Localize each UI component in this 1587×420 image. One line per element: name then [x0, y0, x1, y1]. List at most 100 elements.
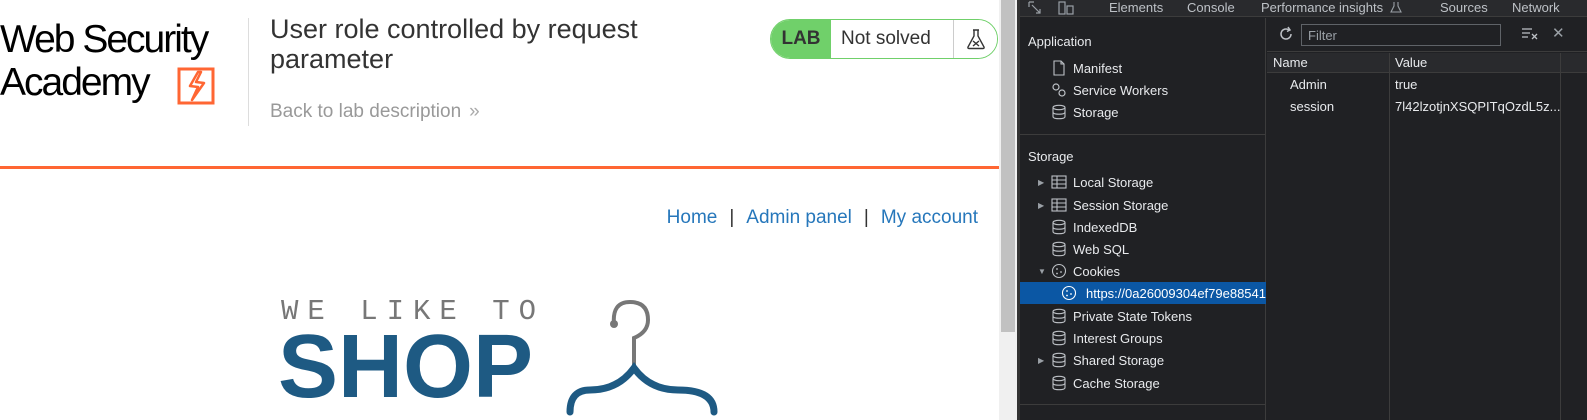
sidebar-item-label: Cache Storage	[1073, 375, 1160, 391]
sidebar-item-label: Service Workers	[1073, 82, 1169, 98]
lab-label: LAB	[771, 20, 831, 58]
table-row[interactable]: session 7l42lzotjnXSQPITqOzdL5z...	[1267, 95, 1587, 117]
cookies-view: ✕ Name Value Admin true session 7l42lzot…	[1267, 18, 1587, 420]
back-to-lab-description-link[interactable]: Back to lab description »	[270, 101, 480, 123]
cookie-icon	[1061, 285, 1077, 301]
cookie-table: Name Value Admin true session 7l42lzotjn…	[1267, 53, 1587, 117]
lab-title: User role controlled by request paramete…	[270, 14, 638, 74]
hanger-icon	[566, 299, 718, 416]
cookie-name-cell[interactable]: session	[1267, 95, 1389, 117]
sidebar-item-web-sql[interactable]: Web SQL	[1020, 238, 1266, 260]
table-icon	[1051, 175, 1067, 189]
sidebar-item-label: Interest Groups	[1073, 330, 1163, 346]
sidebar-item-interest-groups[interactable]: Interest Groups	[1020, 327, 1266, 349]
sidebar-item-label: Storage	[1073, 104, 1119, 120]
sidebar-item-label: Private State Tokens	[1073, 308, 1192, 324]
web-security-academy-logo[interactable]: Web Security Academy	[0, 18, 245, 108]
nav-admin-panel-link[interactable]: Admin panel	[746, 207, 852, 228]
devtools-panel: Elements Console Performance insights So…	[1020, 0, 1587, 420]
lab-page: Web Security Academy User role controlle…	[0, 0, 999, 420]
sidebar-item-local-storage[interactable]: ▶ Local Storage	[1020, 171, 1266, 193]
lab-status-text: Not solved	[831, 20, 953, 58]
sidebar-item-label: Session Storage	[1073, 197, 1169, 213]
sidebar-divider	[1020, 404, 1266, 405]
database-icon	[1052, 375, 1066, 391]
cookie-icon	[1051, 263, 1067, 279]
cookie-value-cell[interactable]: 7l42lzotjnXSQPITqOzdL5z...	[1390, 95, 1560, 117]
sidebar-item-cookies[interactable]: ▼ Cookies	[1020, 260, 1266, 282]
inspect-element-icon[interactable]	[1028, 1, 1042, 15]
shop-logo-text: SHOP	[278, 317, 534, 417]
back-link-label: Back to lab description	[270, 101, 462, 122]
database-icon	[1052, 104, 1066, 120]
sidebar-item-label: https://0a26009304ef79e88541	[1086, 285, 1267, 301]
sidebar-item-label: Shared Storage	[1073, 352, 1165, 368]
cookie-name-cell[interactable]: Admin	[1267, 73, 1389, 95]
cookies-toolbar: ✕	[1267, 18, 1587, 52]
sidebar-item-indexeddb[interactable]: IndexedDB	[1020, 216, 1266, 238]
device-toolbar-icon[interactable]	[1058, 1, 1074, 15]
nav-home-link[interactable]: Home	[667, 207, 718, 228]
sidebar-item-label: Web SQL	[1073, 241, 1130, 257]
logo-bolt-icon	[177, 67, 215, 105]
lab-status-badge: LAB Not solved	[770, 19, 998, 59]
column-header-value[interactable]: Value	[1390, 53, 1560, 72]
column-header-name[interactable]: Name	[1267, 53, 1389, 72]
table-row[interactable]: Admin true	[1267, 73, 1587, 95]
column-header-truncated[interactable]	[1561, 53, 1587, 72]
column-divider[interactable]	[1389, 53, 1390, 420]
database-icon	[1052, 219, 1066, 235]
tab-console[interactable]: Console	[1187, 0, 1235, 15]
sidebar-item-session-storage[interactable]: ▶ Session Storage	[1020, 194, 1266, 216]
nav-separator: |	[863, 207, 869, 228]
gears-icon	[1052, 83, 1066, 97]
top-nav: Home | Admin panel | My account	[667, 207, 978, 229]
sidebar-item-label: Manifest	[1073, 60, 1123, 76]
sidebar-divider	[1020, 134, 1266, 135]
devtools-tab-bar: Elements Console Performance insights So…	[1020, 0, 1587, 17]
header-orange-rule	[0, 166, 999, 169]
application-sidebar: Application Manifest Service Workers Sto…	[1020, 18, 1266, 420]
sidebar-item-label: Local Storage	[1073, 174, 1154, 190]
flask-icon	[1390, 2, 1402, 13]
tab-network[interactable]: Network	[1512, 0, 1560, 15]
cookie-filter-input[interactable]	[1301, 24, 1501, 46]
table-icon	[1051, 198, 1067, 212]
cookie-value-cell[interactable]: true	[1390, 73, 1560, 95]
page-scrollbar[interactable]	[999, 0, 1017, 420]
tab-performance-insights[interactable]: Performance insights	[1261, 0, 1383, 15]
flask-icon[interactable]	[953, 20, 997, 58]
nav-separator: |	[729, 207, 735, 228]
logo-line1: Web Security	[0, 18, 209, 61]
database-icon	[1052, 241, 1066, 257]
expand-arrow-icon[interactable]: ▶	[1038, 356, 1044, 365]
header-divider	[248, 18, 249, 126]
sidebar-item-service-workers[interactable]: Service Workers	[1020, 79, 1266, 101]
database-icon	[1052, 352, 1066, 368]
sidebar-item-private-state-tokens[interactable]: Private State Tokens	[1020, 305, 1266, 327]
tab-elements[interactable]: Elements	[1109, 0, 1163, 15]
nav-my-account-link[interactable]: My account	[881, 207, 978, 228]
scrollbar-thumb[interactable]	[1001, 0, 1015, 332]
sidebar-item-label: Cookies	[1073, 263, 1120, 279]
logo-line2: Academy	[0, 61, 151, 104]
sidebar-item-manifest[interactable]: Manifest	[1020, 57, 1266, 79]
sidebar-item-shared-storage[interactable]: ▶ Shared Storage	[1020, 349, 1266, 371]
tab-sources[interactable]: Sources	[1440, 0, 1488, 15]
clear-filtered-icon[interactable]	[1521, 26, 1539, 40]
column-divider[interactable]	[1560, 53, 1561, 420]
collapse-arrow-icon[interactable]: ▼	[1038, 267, 1046, 276]
delete-selected-icon[interactable]: ✕	[1552, 24, 1565, 42]
sidebar-item-storage[interactable]: Storage	[1020, 101, 1266, 123]
table-header-row: Name Value	[1267, 53, 1587, 73]
refresh-icon[interactable]	[1277, 25, 1295, 43]
sidebar-item-cache-storage[interactable]: Cache Storage	[1020, 372, 1266, 394]
expand-arrow-icon[interactable]: ▶	[1038, 201, 1044, 210]
database-icon	[1052, 308, 1066, 324]
expand-arrow-icon[interactable]: ▶	[1038, 178, 1044, 187]
double-chevron-right-icon: »	[469, 101, 480, 122]
sidebar-item-label: IndexedDB	[1073, 219, 1138, 235]
sidebar-item-cookie-origin[interactable]: https://0a26009304ef79e88541	[1020, 282, 1266, 304]
sidebar-heading-application: Application	[1028, 34, 1092, 49]
document-icon	[1053, 60, 1065, 76]
